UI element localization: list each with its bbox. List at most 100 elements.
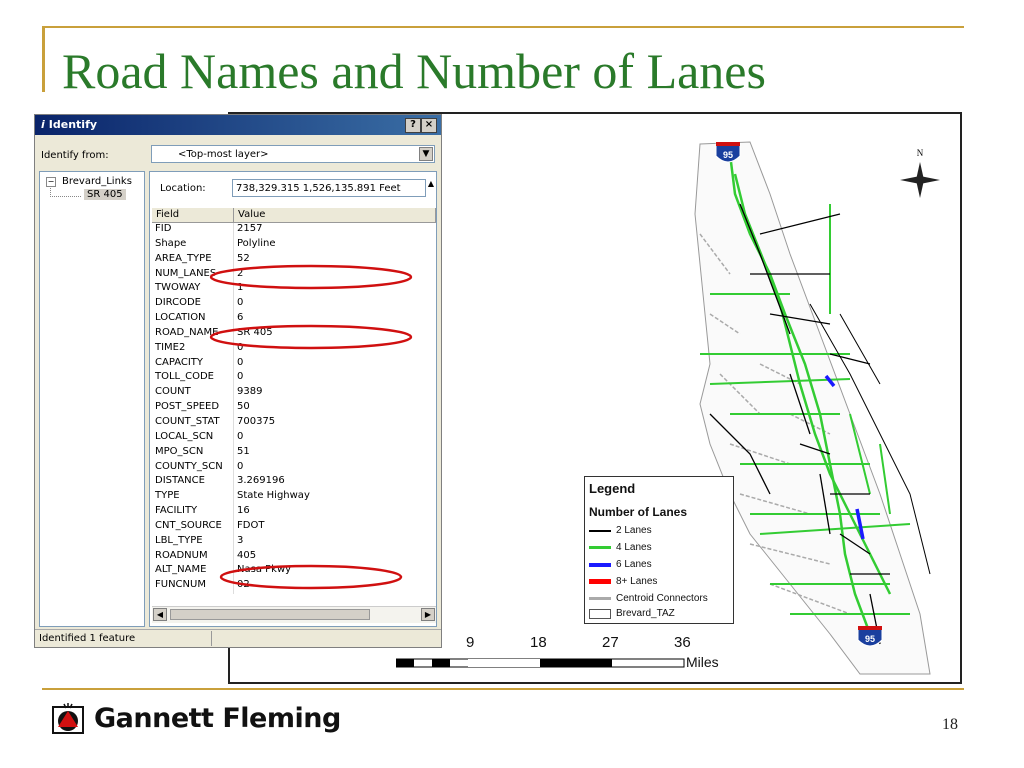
horizontal-scrollbar[interactable]: ◀ ▶ <box>152 606 436 623</box>
field-cell: COUNT <box>152 386 234 402</box>
field-cell: LBL_TYPE <box>152 534 234 550</box>
table-row[interactable]: FID 2157 <box>152 223 436 238</box>
field-cell: TYPE <box>152 490 234 506</box>
field-cell: COUNTY_SCN <box>152 460 234 476</box>
logo-text: Gannett Fleming <box>94 702 341 734</box>
accent-bar-horizontal <box>42 26 964 28</box>
scrollbar-thumb[interactable] <box>170 609 370 620</box>
results-tree[interactable]: − Brevard_Links SR 405 <box>39 171 145 627</box>
field-cell: ROAD_NAME <box>152 326 234 342</box>
accent-bar-vertical <box>42 26 45 92</box>
table-row[interactable]: POST_SPEED 50 <box>152 401 436 416</box>
field-cell: CAPACITY <box>152 356 234 372</box>
table-row[interactable]: ALT_NAME Nasa Pkwy <box>152 564 436 580</box>
info-icon: i <box>41 118 45 131</box>
table-row[interactable]: ROAD_NAME SR 405 <box>152 326 436 342</box>
value-cell: 50 <box>237 401 250 413</box>
slide-number: 18 <box>942 716 958 733</box>
scale-units: Miles <box>686 654 719 670</box>
table-row[interactable]: DISTANCE 3.269196 <box>152 475 436 491</box>
value-cell: 0 <box>237 460 244 472</box>
scroll-left-icon[interactable]: ◀ <box>153 608 167 621</box>
table-row[interactable]: CAPACITY 0 <box>152 356 436 372</box>
gannett-fleming-logo-icon <box>52 703 84 734</box>
table-row[interactable]: NUM_LANES 2 <box>152 267 436 283</box>
scroll-right-icon[interactable]: ▶ <box>421 608 435 621</box>
table-row[interactable]: CNT_SOURCE FDOT <box>152 519 436 535</box>
field-cell: TIME2 <box>152 341 234 357</box>
scroll-up-icon[interactable]: ▲ <box>426 179 436 191</box>
field-cell: NUM_LANES <box>152 267 234 283</box>
north-label: N <box>917 148 924 158</box>
value-cell: 0 <box>237 297 244 309</box>
tree-feature-node[interactable]: SR 405 <box>84 189 126 200</box>
table-row[interactable]: FUNCNUM 02 <box>152 579 436 595</box>
close-button[interactable]: × <box>421 118 437 133</box>
interstate-shield-icon: 95 <box>857 626 883 647</box>
table-row[interactable]: MPO_SCN 51 <box>152 445 436 461</box>
table-row[interactable]: TWOWAY 1 <box>152 282 436 298</box>
table-body: FID 2157 Shape Polyline AREA_TYPE 52 NUM_LANES… <box>152 223 436 595</box>
status-pane <box>211 631 432 646</box>
table-row[interactable]: TOLL_CODE 0 <box>152 371 436 387</box>
identify-from-label: Identify from: <box>41 150 109 161</box>
dialog-titlebar[interactable]: i Identify ? × <box>35 115 441 135</box>
table-row[interactable]: DIRCODE 0 <box>152 297 436 313</box>
table-row[interactable]: ROADNUM 405 <box>152 549 436 565</box>
field-cell: TOLL_CODE <box>152 371 234 387</box>
table-row[interactable]: LOCAL_SCN 0 <box>152 430 436 446</box>
identify-from-dropdown[interactable]: <Top-most layer> ▼ <box>151 145 435 163</box>
legend-item: 4 Lanes <box>589 542 652 553</box>
table-row[interactable]: Shape Polyline <box>152 237 436 253</box>
table-row[interactable]: COUNT 9389 <box>152 386 436 402</box>
value-cell: 02 <box>237 579 250 591</box>
table-row[interactable]: TYPE State Highway <box>152 490 436 506</box>
table-row[interactable]: TIME2 0 <box>152 341 436 357</box>
attributes-panel: Location: 738,329.315 1,526,135.891 Feet… <box>149 171 437 627</box>
table-row[interactable]: COUNT_STAT 700375 <box>152 415 436 431</box>
table-row[interactable]: LOCATION 6 <box>152 312 436 327</box>
legend-title: Legend <box>589 481 636 496</box>
scale-tick: 27 <box>602 634 619 651</box>
column-header-field[interactable]: Field <box>152 208 234 222</box>
chevron-down-icon[interactable]: ▼ <box>419 147 433 161</box>
field-cell: FID <box>152 223 234 238</box>
table-row[interactable]: LBL_TYPE 3 <box>152 534 436 550</box>
identify-from-value: <Top-most layer> <box>178 149 269 160</box>
value-cell: 700375 <box>237 415 276 427</box>
field-cell: MPO_SCN <box>152 445 234 461</box>
identify-dialog[interactable]: i Identify ? × Identify from: <Top-most l… <box>34 114 442 648</box>
value-cell: 2 <box>237 267 244 279</box>
field-cell: LOCAL_SCN <box>152 430 234 446</box>
legend-item: 8+ Lanes <box>589 576 657 587</box>
field-cell: ALT_NAME <box>152 564 234 580</box>
legend-item: Brevard_TAZ <box>589 608 675 619</box>
value-cell: 1 <box>237 282 244 294</box>
column-header-value[interactable]: Value <box>234 208 436 222</box>
scale-tick: 36 <box>674 634 691 651</box>
scale-bar: 4.5 9 18 27 36 Miles <box>396 630 736 674</box>
north-arrow-icon: N <box>900 148 940 198</box>
value-cell: 0 <box>237 356 244 368</box>
footer-rule <box>42 688 964 690</box>
field-cell: AREA_TYPE <box>152 252 234 268</box>
shield-label: 95 <box>723 150 733 160</box>
field-cell: Shape <box>152 237 234 253</box>
value-cell: 51 <box>237 445 250 457</box>
table-row[interactable]: AREA_TYPE 52 <box>152 252 436 268</box>
table-row[interactable]: FACILITY 16 <box>152 505 436 520</box>
value-cell: 16 <box>237 505 250 517</box>
slide-title: Road Names and Number of Lanes <box>62 43 766 99</box>
company-logo: Gannett Fleming <box>52 702 341 734</box>
help-button[interactable]: ? <box>405 118 421 133</box>
table-row[interactable]: COUNTY_SCN 0 <box>152 460 436 476</box>
field-cell: TWOWAY <box>152 282 234 298</box>
scale-tick: 18 <box>530 634 547 651</box>
location-value: 738,329.315 1,526,135.891 Feet <box>232 179 426 197</box>
value-cell: 52 <box>237 252 250 264</box>
map-legend: Legend Number of Lanes 2 Lanes 4 Lanes 6… <box>584 476 734 624</box>
field-cell: LOCATION <box>152 312 234 327</box>
scale-bar-graphic <box>396 658 685 668</box>
table-header: Field Value <box>152 208 436 223</box>
value-cell: 405 <box>237 549 257 561</box>
